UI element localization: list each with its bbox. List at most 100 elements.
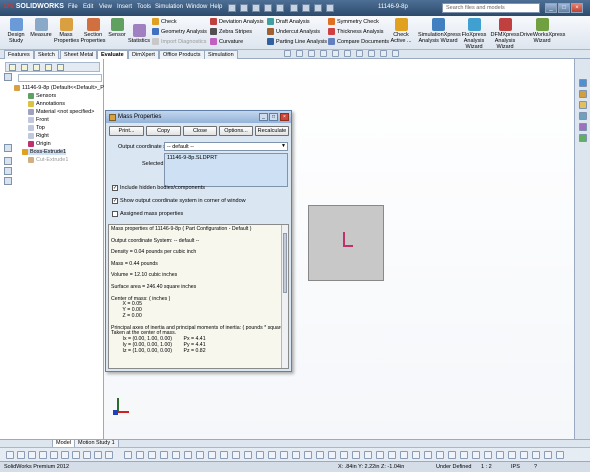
relation-icon[interactable]	[424, 451, 432, 459]
close-button[interactable]: ×	[571, 3, 583, 13]
view-icon[interactable]	[4, 157, 12, 165]
simulationxpress-button[interactable]: SimulationXpress Analysis Wizard	[418, 18, 461, 44]
draft-analysis-button[interactable]: Draft Analysis	[267, 18, 310, 25]
hole-icon[interactable]	[496, 451, 504, 459]
tree-item-annotations[interactable]: Annotations	[28, 101, 65, 107]
menu-file[interactable]: File	[68, 4, 78, 10]
top-view-icon[interactable]	[94, 451, 102, 459]
hidden-lines-icon[interactable]	[172, 451, 180, 459]
deviation-analysis-button[interactable]: Deviation Analysis	[210, 18, 264, 25]
pan-icon[interactable]	[17, 451, 25, 459]
display-style-icon[interactable]	[344, 50, 351, 57]
floxpress-button[interactable]: FloXpress Analysis Wizard	[460, 18, 488, 50]
dialog-close-button[interactable]: ×	[280, 113, 289, 121]
measure-button[interactable]: Measure	[30, 18, 52, 38]
shaded-edges-icon[interactable]	[196, 451, 204, 459]
check-active-button[interactable]: Check Active ...	[388, 18, 414, 44]
menu-view[interactable]: View	[99, 4, 112, 10]
help-icon[interactable]: ?	[534, 464, 537, 470]
zoom-to-fit-icon[interactable]	[284, 50, 291, 57]
shell-icon[interactable]	[520, 451, 528, 459]
driveworksxpress-button[interactable]: DriveWorksXpress Wizard	[520, 18, 565, 44]
appearances-icon[interactable]	[579, 123, 587, 131]
rib-icon[interactable]	[532, 451, 540, 459]
feature-filter-input[interactable]	[18, 74, 102, 82]
feature-tree-icon[interactable]	[9, 64, 16, 71]
extrude-icon[interactable]	[436, 451, 444, 459]
normal-to-icon[interactable]	[39, 451, 47, 459]
tree-item-cut-extrude1[interactable]: Cut-Extrude1	[28, 157, 68, 163]
wireframe-icon[interactable]	[160, 451, 168, 459]
geometry-analysis-button[interactable]: Geometry Analysis	[152, 28, 207, 35]
import-diagnostics-button[interactable]: Import Diagnostics	[152, 38, 207, 45]
selected-item[interactable]: 11146-9-8p.SLDPRT	[167, 155, 217, 161]
view-orientation-icon[interactable]	[332, 50, 339, 57]
spline-icon[interactable]	[352, 451, 360, 459]
tab-features[interactable]: Features	[4, 50, 34, 59]
compare-documents-button[interactable]: Compare Documents	[328, 38, 389, 45]
view-palette-icon[interactable]	[579, 112, 587, 120]
section-icon[interactable]	[232, 451, 240, 459]
coordinate-system-select[interactable]: -- default -- ▼	[164, 142, 288, 151]
apply-scene-icon[interactable]	[380, 50, 387, 57]
right-view-icon[interactable]	[83, 451, 91, 459]
options-button[interactable]: Options...	[219, 126, 253, 136]
menu-simulation[interactable]: Simulation	[155, 4, 183, 10]
minimize-button[interactable]: _	[545, 3, 557, 13]
print-icon[interactable]	[264, 4, 272, 12]
fillet-icon[interactable]	[364, 451, 372, 459]
solidworks-resources-icon[interactable]	[579, 79, 587, 87]
parting-line-analysis-button[interactable]: Parting Line Analysis	[267, 38, 327, 45]
cut-icon[interactable]	[484, 451, 492, 459]
zoom-icon[interactable]	[6, 451, 14, 459]
checkbox-box[interactable]	[112, 211, 118, 217]
front-view-icon[interactable]	[50, 451, 58, 459]
loft-icon[interactable]	[472, 451, 480, 459]
tree-item-material[interactable]: Material <not specified>	[28, 109, 94, 115]
dialog-minimize-button[interactable]: _	[259, 113, 268, 121]
line-icon[interactable]	[304, 451, 312, 459]
edit-appearance-icon[interactable]	[368, 50, 375, 57]
rebuild-icon[interactable]	[302, 4, 310, 12]
tab-office-products[interactable]: Office Products	[159, 50, 205, 59]
undercut-analysis-button[interactable]: Undercut Analysis	[267, 28, 320, 35]
checkbox-box[interactable]: ✓	[112, 185, 118, 191]
custom-properties-icon[interactable]	[579, 134, 587, 142]
dimxpert-manager-icon[interactable]	[45, 64, 52, 71]
display-style-icon[interactable]	[4, 167, 12, 175]
left-view-icon[interactable]	[72, 451, 80, 459]
section-view-icon[interactable]	[320, 50, 327, 57]
plane-icon[interactable]	[556, 451, 564, 459]
shaded-icon[interactable]	[184, 451, 192, 459]
revolve-icon[interactable]	[448, 451, 456, 459]
tab-evaluate[interactable]: Evaluate	[97, 50, 128, 59]
mass-properties-button[interactable]: Mass Properties	[54, 18, 79, 44]
pattern-icon[interactable]	[412, 451, 420, 459]
trim-icon[interactable]	[388, 451, 396, 459]
design-library-icon[interactable]	[579, 90, 587, 98]
isometric-view-icon[interactable]	[124, 451, 132, 459]
options-icon[interactable]	[326, 4, 334, 12]
menu-tools[interactable]: Tools	[137, 4, 151, 10]
menu-edit[interactable]: Edit	[83, 4, 93, 10]
rotate-icon[interactable]	[28, 451, 36, 459]
open-icon[interactable]	[240, 4, 248, 12]
search-input[interactable]: Search files and models	[442, 3, 540, 13]
tree-item-sensors[interactable]: Sensors	[28, 93, 56, 99]
tree-item-boss-extrude1[interactable]: Boss-Extrude1	[22, 149, 67, 155]
zebra-icon[interactable]	[256, 451, 264, 459]
zoom-area-icon[interactable]	[296, 50, 303, 57]
include-hidden-bodies-checkbox[interactable]: ✓ Include hidden bodies/components	[112, 185, 205, 191]
curvature-icon[interactable]	[244, 451, 252, 459]
show-coord-system-checkbox[interactable]: ✓ Show output coordinate system in corner…	[112, 198, 246, 204]
new-icon[interactable]	[228, 4, 236, 12]
sensor-button[interactable]: Sensor	[107, 18, 127, 38]
tab-sheet-metal[interactable]: Sheet Metal	[60, 50, 98, 59]
dimetric-view-icon[interactable]	[148, 451, 156, 459]
chamfer-icon[interactable]	[508, 451, 516, 459]
thickness-analysis-button[interactable]: Thickness Analysis	[328, 28, 383, 35]
tree-item-front-plane[interactable]: Front	[28, 117, 49, 123]
file-properties-icon[interactable]	[314, 4, 322, 12]
tree-item-origin[interactable]: Origin	[28, 141, 51, 147]
configuration-manager-icon[interactable]	[33, 64, 40, 71]
